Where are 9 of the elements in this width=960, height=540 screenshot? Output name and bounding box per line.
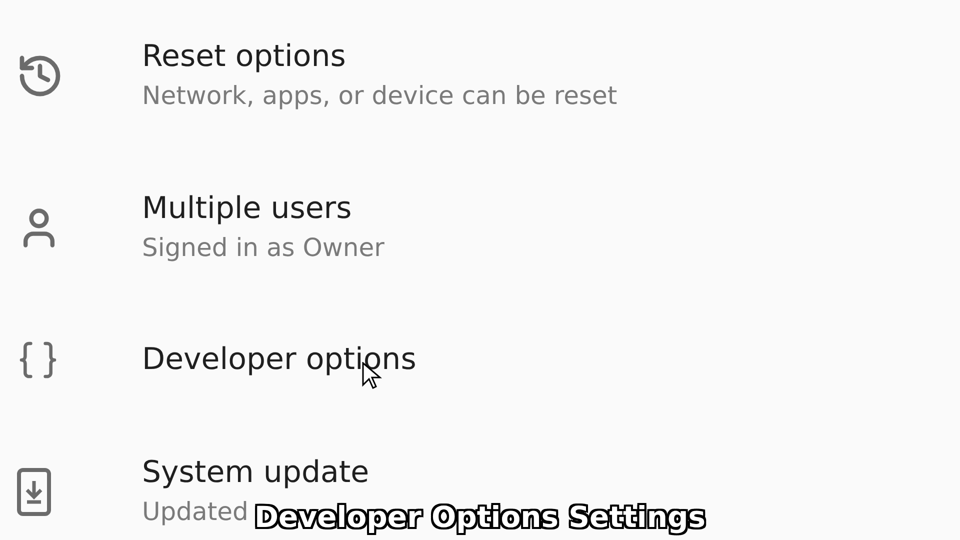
setting-summary: Updated [142, 496, 248, 528]
setting-title[interactable]: System update [142, 453, 370, 493]
phone-download-icon [16, 468, 52, 516]
video-caption: Developer Options Settings [254, 500, 706, 534]
setting-summary: Signed in as Owner [142, 232, 384, 264]
setting-title[interactable]: Multiple users [142, 189, 352, 229]
setting-title[interactable]: Developer options [142, 340, 416, 380]
setting-title[interactable]: Reset options [142, 37, 346, 77]
setting-summary: Network, apps, or device can be reset [142, 80, 618, 112]
